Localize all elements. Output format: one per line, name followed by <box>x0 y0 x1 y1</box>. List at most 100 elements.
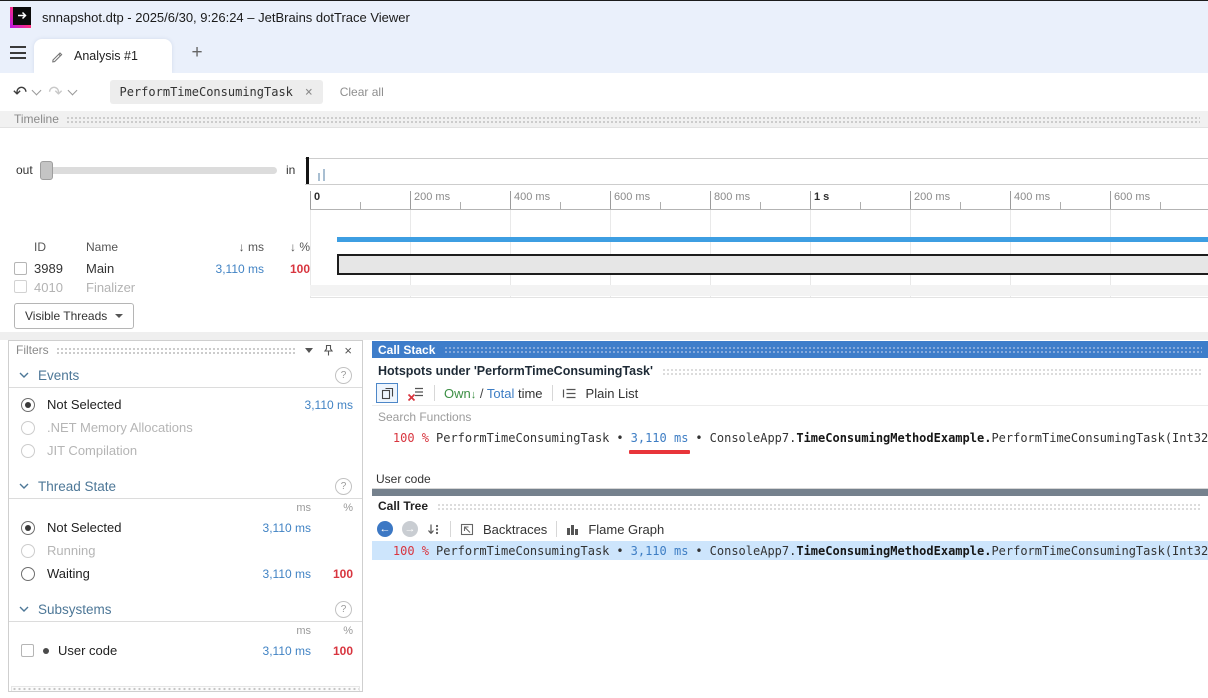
filter-item-ms: 3,110 ms <box>241 644 311 658</box>
dottrace-viewer-window: snnapshot.dtp - 2025/6/30, 9:26:24 – Jet… <box>0 0 1208 698</box>
column-header-id[interactable]: ID <box>34 240 86 254</box>
filter-item[interactable]: User code3,110 ms100 <box>9 639 362 662</box>
plain-list-button[interactable]: Plain List <box>586 386 639 401</box>
column-header-percent[interactable]: ↓ % <box>264 240 310 254</box>
undo-dropdown-chevron-icon[interactable] <box>32 86 42 96</box>
column-header-name[interactable]: Name <box>86 240 178 254</box>
sort-options-icon[interactable] <box>427 523 441 536</box>
flame-graph-icon <box>566 523 579 535</box>
zoom-out-slider-handle[interactable] <box>40 161 53 180</box>
section-column-headers: ms% <box>9 499 362 516</box>
pin-icon[interactable] <box>323 344 334 357</box>
remove-folding-icon[interactable] <box>407 386 425 401</box>
toolbar-separator <box>434 385 435 401</box>
filters-panel: Filters × Events?Not Selected3,110 ms.NE… <box>8 340 363 692</box>
filter-section-header-events[interactable]: Events? <box>9 363 362 388</box>
zoom-out-slider-track[interactable] <box>40 167 277 174</box>
panel-splitter[interactable] <box>372 489 1208 496</box>
navigate-forward-button[interactable]: → <box>402 521 418 537</box>
radio-button[interactable] <box>21 521 35 535</box>
horizontal-splitter[interactable] <box>0 332 1208 340</box>
code-segment-sep: • <box>695 431 702 445</box>
thread-checkbox[interactable] <box>14 280 27 293</box>
navigate-back-button[interactable]: ← <box>377 521 393 537</box>
call-tree-header: Call Tree <box>372 496 1208 516</box>
call-tree-toolbar: ← → Backtraces Flame Graph <box>372 517 1208 541</box>
help-icon[interactable]: ? <box>335 367 352 384</box>
call-tree-selected-row[interactable]: 100 %PerformTimeConsumingTask•3,110 ms•C… <box>372 541 1208 560</box>
main-thread-selection-band[interactable] <box>337 254 1208 275</box>
help-icon[interactable]: ? <box>335 478 352 495</box>
close-icon[interactable]: × <box>344 343 352 358</box>
thread-id: 4010 <box>34 280 86 295</box>
code-segment-code: ConsoleApp7. <box>710 544 797 558</box>
thread-table-header: ID Name ↓ ms ↓ % <box>0 237 310 257</box>
checkbox[interactable] <box>21 644 34 657</box>
column-header-percent: % <box>311 625 353 637</box>
histogram-mark <box>323 169 325 181</box>
redo-button[interactable]: ↷ <box>48 84 62 101</box>
ruler-minor-tick <box>360 202 361 209</box>
timeline-section-header: Timeline <box>0 111 1208 128</box>
call-stack-panel: Call Stack Hotspots under 'PerformTimeCo… <box>372 341 1208 698</box>
thread-row[interactable]: 4010Finalizer <box>0 280 310 296</box>
own-total-toggle[interactable]: Own↓ / Total time <box>444 386 543 401</box>
hotspot-row[interactable]: 100 %PerformTimeConsumingTask•3,110 ms•C… <box>372 428 1208 448</box>
filter-chip[interactable]: PerformTimeConsumingTask × <box>110 80 323 104</box>
radio-button[interactable] <box>21 567 35 581</box>
zoom-in-slider-track[interactable] <box>305 158 1208 185</box>
zoom-in-slider-handle[interactable] <box>306 157 309 184</box>
backtraces-button[interactable]: Backtraces <box>483 522 547 537</box>
plain-list-icon <box>562 387 577 400</box>
finalizer-thread-strip <box>310 285 1208 296</box>
visible-threads-label: Visible Threads <box>25 309 107 323</box>
visible-threads-dropdown[interactable]: Visible Threads <box>14 303 134 329</box>
flame-graph-button[interactable]: Flame Graph <box>588 522 664 537</box>
add-tab-button[interactable]: + <box>186 42 208 64</box>
scrollbar-hatch-strip[interactable] <box>11 686 360 692</box>
chevron-down-icon <box>19 606 29 612</box>
filter-item-label: Waiting <box>47 566 241 581</box>
filter-item-ms: 3,110 ms <box>241 398 353 412</box>
sort-arrow-icon: ↓ <box>471 389 477 401</box>
backtraces-icon <box>460 523 474 536</box>
filter-item[interactable]: Waiting3,110 ms100 <box>9 562 362 585</box>
filter-section-header-subsystems[interactable]: Subsystems? <box>9 597 362 622</box>
thread-row[interactable]: 3989Main3,110 ms100 <box>0 257 310 280</box>
filter-chip-label: PerformTimeConsumingTask <box>120 85 293 99</box>
ruler-tick-label: 600 ms <box>614 191 650 203</box>
radio-button <box>21 544 35 558</box>
slash-label: / <box>480 386 484 401</box>
filter-chip-close-icon[interactable]: × <box>305 85 313 100</box>
collapse-recursion-button[interactable] <box>376 383 398 403</box>
search-functions-input[interactable]: Search Functions <box>372 405 1208 428</box>
filter-item-label: Running <box>47 543 241 558</box>
ruler-tick-label: 600 ms <box>1114 191 1150 203</box>
help-icon[interactable]: ? <box>335 601 352 618</box>
dotted-separator <box>56 347 296 354</box>
filter-item[interactable]: Not Selected3,110 ms <box>9 393 362 416</box>
tab-analysis-1[interactable]: Analysis #1 <box>34 39 172 73</box>
hotspots-subtitle-row: Hotspots under 'PerformTimeConsumingTask… <box>372 361 1208 381</box>
own-label: Own <box>444 386 471 401</box>
ruler-minor-tick <box>1160 202 1161 209</box>
undo-button[interactable]: ↶ <box>13 84 27 101</box>
thread-checkbox[interactable] <box>14 262 27 275</box>
redo-dropdown-chevron-icon[interactable] <box>67 86 77 96</box>
zoom-in-label: in <box>286 163 295 177</box>
ruler-tick-label: 400 ms <box>1014 191 1050 203</box>
filter-item[interactable]: Not Selected3,110 ms <box>9 516 362 539</box>
clear-all-button[interactable]: Clear all <box>340 85 384 99</box>
code-segment-code: ConsoleApp7. <box>710 431 797 445</box>
grid-line <box>310 210 311 297</box>
hamburger-menu-icon[interactable] <box>10 46 26 59</box>
radio-button[interactable] <box>21 398 35 412</box>
toolbar-separator <box>450 521 451 537</box>
ruler-minor-tick <box>460 202 461 209</box>
tab-label: Analysis #1 <box>74 49 138 63</box>
column-header-ms[interactable]: ↓ ms <box>178 240 264 254</box>
column-header-ms: ms <box>241 502 311 514</box>
filter-section-header-thread-state[interactable]: Thread State? <box>9 474 362 499</box>
filter-item: Running <box>9 539 362 562</box>
panel-menu-icon[interactable] <box>305 348 313 353</box>
